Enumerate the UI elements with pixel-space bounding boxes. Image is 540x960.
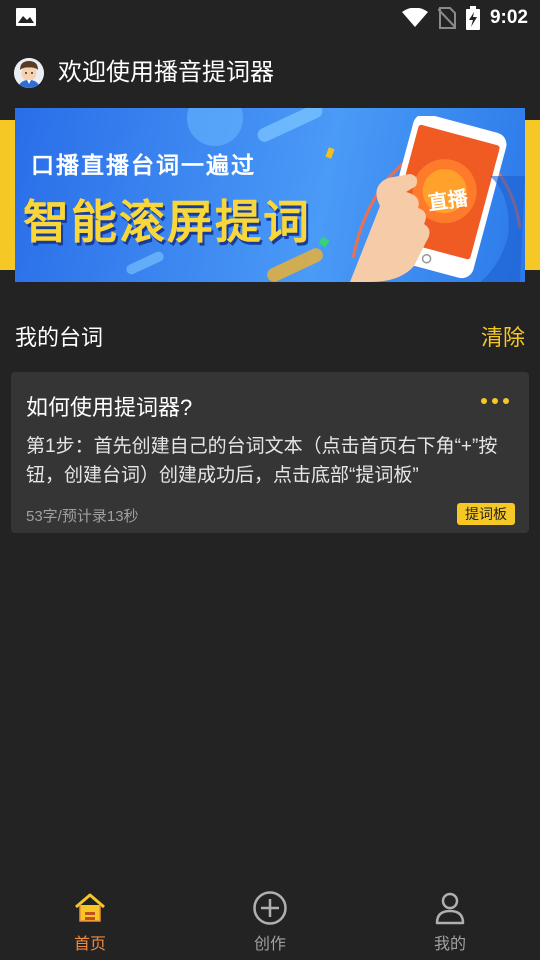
page-title: 欢迎使用播音提词器 bbox=[58, 59, 274, 86]
wifi-icon bbox=[401, 8, 428, 27]
teleprompter-badge[interactable]: 提词板 bbox=[457, 503, 515, 525]
app-header: 欢迎使用播音提词器 bbox=[0, 52, 540, 94]
banner-side-decoration bbox=[525, 120, 540, 270]
battery-charging-icon bbox=[465, 6, 480, 30]
script-card[interactable]: 如何使用提词器? 第1步：首先创建自己的台词文本（点击首页右下角“+”按钮，创建… bbox=[11, 372, 529, 533]
nav-create-label: 创作 bbox=[253, 936, 286, 953]
script-meta: 53字/预计录13秒 bbox=[26, 508, 139, 525]
home-icon bbox=[75, 893, 105, 922]
bottom-navigation: 首页 创作 我的 bbox=[0, 880, 540, 960]
user-icon bbox=[435, 892, 465, 925]
status-icons: 9:02 bbox=[401, 4, 528, 32]
nav-profile-label: 我的 bbox=[433, 936, 466, 953]
phone-hand-illustration: 直播 bbox=[350, 116, 525, 282]
clear-button[interactable]: 清除 bbox=[481, 320, 525, 352]
avatar-icon[interactable] bbox=[14, 58, 44, 88]
banner-headline: 口播直播台词一遍过 bbox=[31, 152, 256, 178]
image-icon bbox=[16, 8, 36, 26]
more-options-icon[interactable] bbox=[481, 394, 511, 408]
status-time: 9:02 bbox=[489, 7, 528, 28]
nav-profile[interactable]: 我的 bbox=[405, 890, 495, 954]
banner-slogan: 智能滚屏提词 bbox=[23, 196, 311, 248]
script-title: 如何使用提词器? bbox=[26, 395, 193, 420]
banner-side-decoration bbox=[0, 120, 15, 270]
status-bar: 9:02 bbox=[0, 0, 540, 36]
nav-home[interactable]: 首页 bbox=[45, 890, 135, 954]
add-circle-icon bbox=[253, 891, 287, 925]
section-title: 我的台词 bbox=[15, 325, 104, 350]
nav-home-label: 首页 bbox=[73, 936, 106, 953]
no-sim-icon bbox=[437, 7, 456, 29]
promo-banner[interactable]: 口播直播台词一遍过 智能滚屏提词 直播 bbox=[0, 108, 540, 282]
script-preview: 第1步：首先创建自己的台词文本（点击首页右下角“+”按钮，创建台词）创建成功后，… bbox=[26, 436, 498, 486]
nav-create[interactable]: 创作 bbox=[225, 890, 315, 954]
banner-image[interactable]: 口播直播台词一遍过 智能滚屏提词 直播 bbox=[15, 108, 525, 282]
